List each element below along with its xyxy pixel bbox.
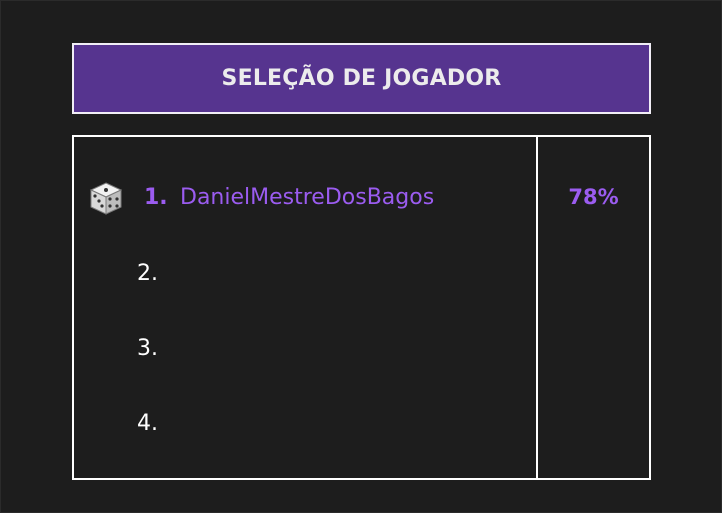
page-title: SELEÇÃO DE JOGADOR bbox=[72, 43, 651, 114]
player-slot-number: 1. bbox=[144, 184, 168, 210]
player-slot-3[interactable]: 3. bbox=[137, 328, 173, 368]
page-title-text: SELEÇÃO DE JOGADOR bbox=[221, 66, 502, 91]
game-screen: SELEÇÃO DE JOGADOR 1. DanielMestreDosBag… bbox=[0, 0, 722, 513]
player-slot-1[interactable]: 1. DanielMestreDosBagos bbox=[144, 177, 434, 217]
dice-icon bbox=[89, 182, 123, 215]
selection-percentage: 78% bbox=[568, 185, 619, 209]
player-slot-number: 4. bbox=[137, 410, 158, 436]
player-slot-4[interactable]: 4. bbox=[137, 403, 173, 443]
player-slot-number: 2. bbox=[137, 260, 158, 286]
player-slot-number: 3. bbox=[137, 335, 158, 361]
player-slot-2[interactable]: 2. bbox=[137, 253, 173, 293]
player-slot-name: DanielMestreDosBagos bbox=[180, 184, 435, 210]
player-selection-panel: 1. DanielMestreDosBagos 2. 3. 4. 78% bbox=[72, 135, 651, 480]
